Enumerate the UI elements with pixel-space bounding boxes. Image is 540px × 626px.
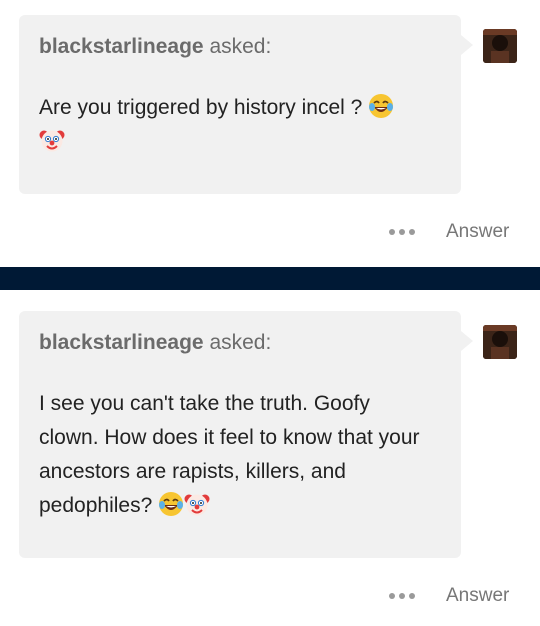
- answer-button[interactable]: Answer: [446, 221, 509, 243]
- ask-post-1: blackstarlineage asked: Are you triggere…: [0, 0, 540, 267]
- asker-line: blackstarlineage asked:: [39, 331, 271, 355]
- question-body: I see you can't take the truth. Goofy cl…: [39, 392, 420, 517]
- clown-emoji-icon: [39, 130, 65, 152]
- answer-button[interactable]: Answer: [446, 585, 509, 607]
- ask-bubble: blackstarlineage asked: Are you triggere…: [19, 15, 473, 194]
- post-divider: [0, 267, 540, 290]
- more-options-icon[interactable]: [389, 229, 415, 235]
- question-body: Are you triggered by history incel ?: [39, 96, 363, 119]
- clown-emoji-icon: [184, 494, 210, 516]
- laughing-crying-emoji-icon: [159, 492, 184, 516]
- ask-bubble: blackstarlineage asked: I see you can't …: [19, 311, 473, 558]
- laughing-crying-emoji-icon: [369, 94, 394, 118]
- question-text: Are you triggered by history incel ?: [39, 91, 439, 159]
- asked-label: asked:: [209, 35, 272, 58]
- asked-label: asked:: [209, 331, 272, 354]
- asker-name-link[interactable]: blackstarlineage: [39, 331, 204, 354]
- asker-avatar[interactable]: [483, 29, 517, 63]
- asker-name-link[interactable]: blackstarlineage: [39, 35, 204, 58]
- ask-post-2: blackstarlineage asked: I see you can't …: [0, 290, 540, 626]
- question-text: I see you can't take the truth. Goofy cl…: [39, 387, 434, 523]
- asker-avatar[interactable]: [483, 325, 517, 359]
- asker-line: blackstarlineage asked:: [39, 35, 271, 59]
- more-options-icon[interactable]: [389, 593, 415, 599]
